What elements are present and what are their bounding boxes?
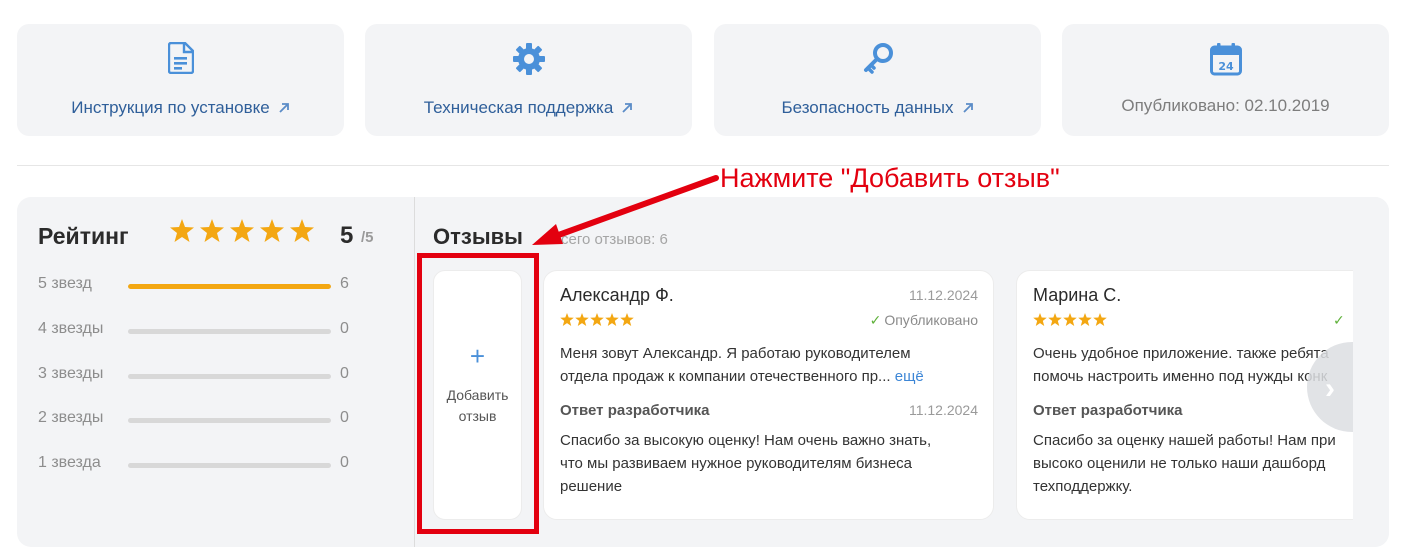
rating-row-count: 0 xyxy=(340,320,349,337)
star-icon xyxy=(560,313,574,326)
tile-security[interactable]: Безопасность данных xyxy=(714,24,1041,136)
review-author: Марина С. xyxy=(1033,285,1122,305)
tile-label: Инструкция по установке xyxy=(17,98,344,119)
star-icon xyxy=(1093,313,1107,326)
rating-row: 3 звезды 0 xyxy=(38,365,408,389)
answer-text-line: что мы развиваем нужное руководителям би… xyxy=(560,455,913,472)
answer-date: 11.12.2024 xyxy=(908,402,978,418)
rating-bar xyxy=(128,463,331,468)
answer-title: Ответ разработчика xyxy=(1033,402,1183,419)
chevron-right-icon: › xyxy=(1325,372,1335,405)
review-status: ✓ Опубликовано xyxy=(870,312,978,329)
more-link[interactable]: ещё xyxy=(895,368,924,385)
calendar-icon: 24 xyxy=(1062,42,1389,78)
rating-row-count: 0 xyxy=(340,409,349,426)
star-icon xyxy=(605,313,619,326)
panel-separator xyxy=(414,197,415,547)
star-icon xyxy=(620,313,634,326)
answer-text: Спасибо за высокую оценку! Нам очень важ… xyxy=(560,429,993,498)
tile-label: Техническая поддержка xyxy=(365,98,692,119)
rating-bar xyxy=(128,329,331,334)
rating-stars xyxy=(170,219,314,242)
rating-row-count: 6 xyxy=(340,275,349,292)
star-icon xyxy=(260,219,284,242)
rating-row: 4 звезды 0 xyxy=(38,320,408,344)
star-icon xyxy=(1048,313,1062,326)
rating-title: Рейтинг xyxy=(38,223,129,249)
document-icon xyxy=(17,42,344,78)
star-icon xyxy=(230,219,254,242)
check-icon: ✓ xyxy=(869,312,882,328)
review-author: Александр Ф. xyxy=(560,285,674,305)
rating-row-label: 1 звезда xyxy=(38,454,101,471)
published-date: Опубликовано: 02.10.2019 xyxy=(1121,96,1330,115)
divider xyxy=(17,165,1389,166)
key-icon xyxy=(714,42,1041,78)
tile-label: Безопасность данных xyxy=(714,98,1041,119)
panel-edge xyxy=(1353,197,1389,547)
highlight-frame xyxy=(417,253,539,534)
arrow-up-right-icon xyxy=(278,99,290,119)
star-icon xyxy=(1063,313,1077,326)
review-text-line: Меня зовут Александр. Я работаю руководи… xyxy=(560,345,911,362)
annotation-text: Нажмите "Добавить отзыв" xyxy=(720,163,1060,193)
rating-reviews-panel: Рейтинг 5 /5 5 звезд 6 4 звезды 0 3 звез… xyxy=(17,197,1389,547)
star-icon xyxy=(1078,313,1092,326)
rating-bar xyxy=(128,374,331,379)
review-status-label: Опубликовано xyxy=(884,312,978,328)
tile-support[interactable]: Техническая поддержка xyxy=(365,24,692,136)
star-icon xyxy=(170,219,194,242)
rating-row: 5 звезд 6 xyxy=(38,275,408,299)
review-text: Меня зовут Александр. Я работаю руководи… xyxy=(560,342,993,388)
tile-published: 24 Опубликовано: 02.10.2019 xyxy=(1062,24,1389,136)
reviews-title: Отзывы xyxy=(433,224,523,249)
calendar-day: 24 xyxy=(1218,60,1234,73)
review-status: ✓ xyxy=(1333,312,1348,329)
review-stars xyxy=(560,313,634,326)
review-card: Александр Ф. 11.12.2024 ✓ Опубликовано Ме… xyxy=(543,270,994,520)
rating-score: 5 xyxy=(340,222,354,249)
star-icon xyxy=(1033,313,1047,326)
rating-max: /5 xyxy=(361,229,374,246)
rating-row-label: 4 звезды xyxy=(38,320,104,337)
rating-row-label: 2 звезды xyxy=(38,409,104,426)
answer-text-line: техподдержку. xyxy=(1033,478,1133,495)
rating-bar xyxy=(128,284,331,289)
rating-row-count: 0 xyxy=(340,454,349,471)
star-icon xyxy=(590,313,604,326)
answer-title: Ответ разработчика xyxy=(560,402,710,419)
answer-text-line: Спасибо за оценку нашей работы! Нам при xyxy=(1033,432,1336,449)
star-icon xyxy=(200,219,224,242)
tile-installation[interactable]: Инструкция по установке xyxy=(17,24,344,136)
answer-text: Спасибо за оценку нашей работы! Нам при … xyxy=(1033,429,1389,498)
gear-icon xyxy=(365,42,692,78)
rating-bar xyxy=(128,418,331,423)
rating-row-count: 0 xyxy=(340,365,349,382)
review-stars xyxy=(1033,313,1107,326)
reviews-total: Всего отзывов: 6 xyxy=(551,231,668,248)
answer-text-line: решение xyxy=(560,478,623,495)
check-icon: ✓ xyxy=(1333,312,1345,328)
rating-row-label: 3 звезды xyxy=(38,365,104,382)
answer-text-line: высоко оценили не только наши дашборд xyxy=(1033,455,1326,472)
review-text-line: отдела продаж к компании отечественного … xyxy=(560,368,924,385)
rating-row-label: 5 звезд xyxy=(38,275,92,292)
arrow-up-right-icon xyxy=(962,99,974,119)
answer-text-line: Спасибо за высокую оценку! Нам очень важ… xyxy=(560,432,932,449)
star-icon xyxy=(575,313,589,326)
rating-row: 1 звезда 0 xyxy=(38,454,408,478)
review-date: 11.12.2024 xyxy=(908,287,978,303)
arrow-up-right-icon xyxy=(621,99,633,119)
star-icon xyxy=(290,219,314,242)
info-tiles: Инструкция по установке Техническая подд… xyxy=(17,24,1389,136)
rating-bar-fill xyxy=(128,284,331,289)
rating-row: 2 звезды 0 xyxy=(38,409,408,433)
